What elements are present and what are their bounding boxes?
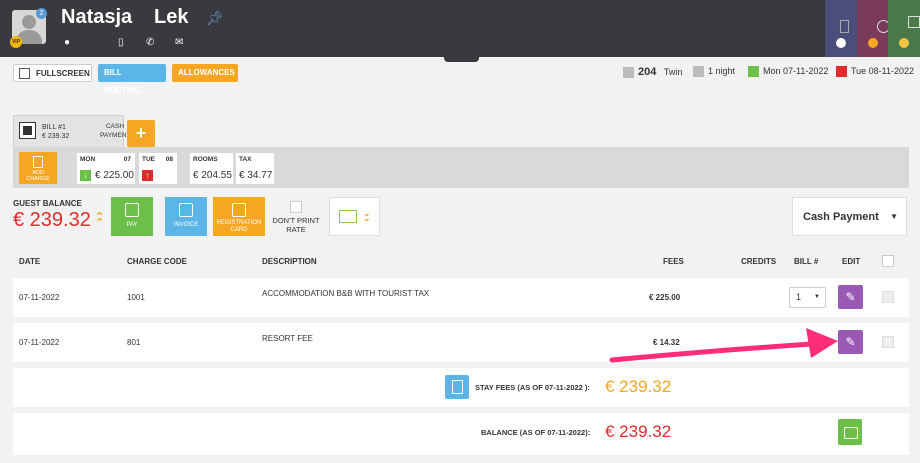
- annotation-arrow-shaft: [609, 341, 815, 363]
- annotation-arrow-head: [806, 328, 838, 358]
- annotation-arrow: [609, 328, 838, 363]
